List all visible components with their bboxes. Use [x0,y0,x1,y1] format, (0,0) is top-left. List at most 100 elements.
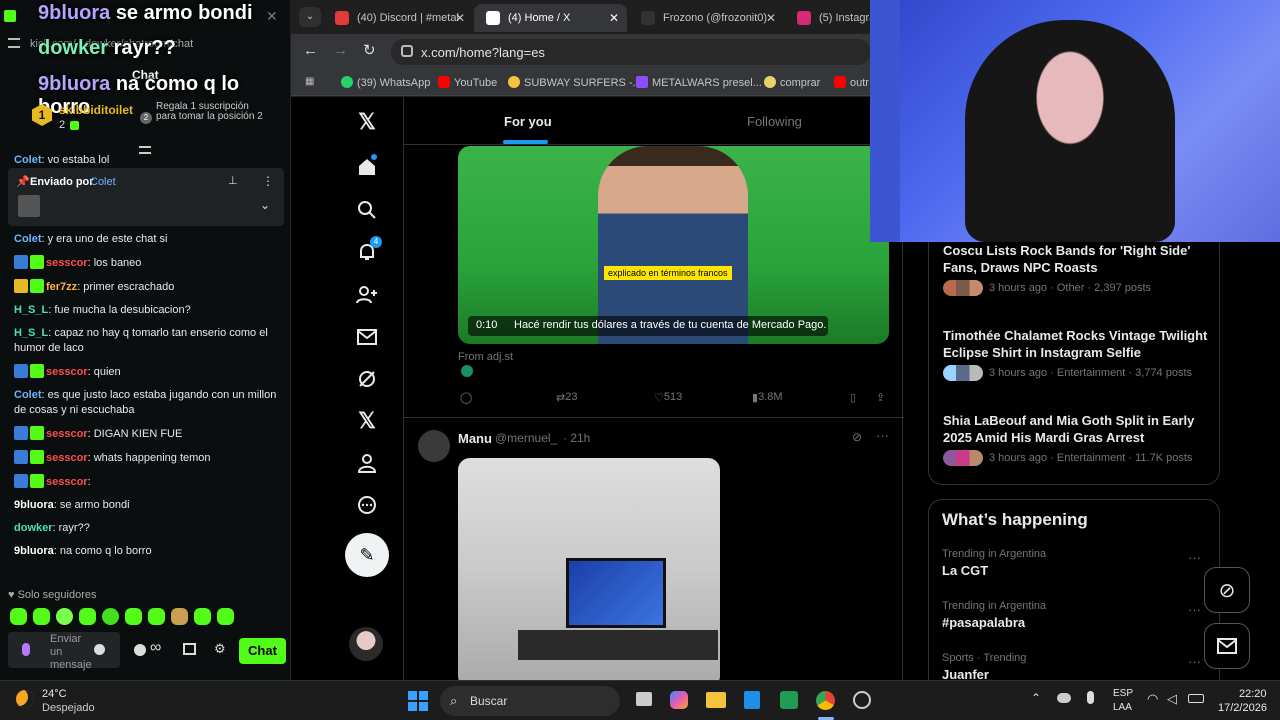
spreadsheet-icon[interactable] [780,691,798,709]
bookmark-icon[interactable]: ▯ [850,391,856,404]
retweet-button[interactable]: ⇄ 23 [556,391,577,404]
tweet-author-handle[interactable]: @mernuel_ [495,431,557,445]
pin-toggle-icon[interactable]: ⊥ [228,174,238,187]
more-icon[interactable]: ··· [1188,602,1201,617]
chevron-down-icon[interactable]: ⌄ [260,198,270,212]
tab-tiktok[interactable]: Frozono (@frozonit0) ✕ [629,4,784,32]
x-logo-icon[interactable]: 𝕏 [341,102,393,142]
tab-close-icon[interactable]: ✕ [766,11,776,25]
trend-item[interactable]: Trending in Argentina #pasapalabra [942,600,1046,630]
clock-date[interactable]: 17/2/2026 [1218,702,1267,714]
grok-float-button[interactable]: ⊘ [1204,567,1250,613]
share-icon[interactable]: ⇪ [876,391,885,404]
chrome-icon[interactable] [816,691,835,710]
back-icon[interactable]: ← [303,42,318,59]
site-info-icon[interactable] [401,45,413,57]
more-icon[interactable]: ··· [876,428,889,443]
wifi-icon[interactable]: ◠ [1147,691,1158,707]
emote-icon[interactable] [56,608,73,625]
follow-icon[interactable] [341,275,393,315]
weather-desc[interactable]: Despejado [42,702,95,714]
pinned-message[interactable]: 📌 Enviado por Colet ⊥ ⋮ ⌄ [8,168,284,226]
taskbar-search[interactable]: ⌕ Buscar [440,686,620,716]
tab-discord[interactable]: (40) Discord | #metal ✕ [323,4,473,32]
home-icon[interactable] [341,147,393,187]
forward-icon[interactable]: → [333,42,348,59]
reload-icon[interactable]: ↻ [363,41,376,59]
bookmark-subway-surfers[interactable]: SUBWAY SURFERS -... [508,76,642,89]
emote-icon[interactable] [102,608,119,625]
chat-username[interactable]: 9bluora [14,545,54,557]
leader-name[interactable]: skibbiditoilet [59,103,133,117]
weather-icon[interactable] [16,690,34,708]
messages-icon[interactable] [341,317,393,357]
battery-icon[interactable] [1188,694,1204,703]
trend-item[interactable]: Trending in Argentina La CGT [942,548,1046,578]
store-icon[interactable] [183,643,196,655]
views-button[interactable]: ▮ 3.8M [752,391,783,404]
bookmark-outr[interactable]: outr [834,76,869,89]
tab-x-home[interactable]: (4) Home / X ✕ [474,4,627,32]
news-item[interactable]: Coscu Lists Rock Bands for 'Right Side' … [943,242,1211,296]
tweet-author-name[interactable]: Manu [458,431,492,446]
news-item[interactable]: Timothée Chalamet Rocks Vintage Twilight… [943,327,1211,381]
pinned-user[interactable]: Colet [90,176,116,188]
copilot-icon[interactable] [670,691,688,709]
premium-x-icon[interactable]: 𝕏 [341,401,393,441]
chat-username[interactable]: Colet [14,233,42,245]
cloud-icon[interactable] [1057,693,1071,703]
steam-icon[interactable] [853,691,871,709]
grok-icon[interactable] [341,359,393,399]
chat-send-button[interactable]: Chat [239,638,286,664]
settings-icon[interactable] [8,38,20,48]
like-button[interactable]: ♡ 513 [654,391,682,404]
chevron-up-icon[interactable]: ⌃ [1031,691,1041,705]
close-icon[interactable]: ✕ [266,8,278,25]
start-button[interactable] [408,691,428,711]
avatar[interactable] [418,430,450,462]
compose-post-button[interactable]: ✎ [345,533,389,577]
emote-icon[interactable] [148,608,165,625]
tweet-manu[interactable]: Manu @mernuel_ · 21h ⊘ ··· [404,417,904,680]
bookmark-youtube[interactable]: YouTube [438,76,497,89]
reply-icon[interactable]: ◯ [460,391,472,404]
chat-username[interactable]: Colet [14,389,42,401]
account-avatar[interactable] [349,627,383,661]
chat-username[interactable]: H_S_L [14,327,48,339]
messages-float-button[interactable] [1204,623,1250,669]
infinity-icon[interactable]: ∞ [150,639,161,657]
more-icon[interactable]: ··· [1188,654,1201,669]
more-icon[interactable]: ⋮ [262,174,274,188]
emote-icon[interactable] [10,608,27,625]
tab-for-you[interactable]: For you [504,114,552,129]
search-icon[interactable] [341,190,393,230]
promo-video[interactable]: explicado en términos francos 0:10 Hacé … [458,146,889,344]
profile-icon[interactable] [341,443,393,483]
chat-username[interactable]: dowker [14,522,53,534]
chat-username[interactable]: sesscor [46,366,88,378]
task-view-icon[interactable] [636,692,652,706]
emote-icon[interactable] [125,608,142,625]
volume-icon[interactable]: ◁ [1167,691,1177,707]
url-input[interactable]: x.com/home?lang=es [391,39,871,65]
users-icon[interactable] [134,644,146,656]
clock-time[interactable]: 22:20 [1239,688,1267,700]
tab-close-icon[interactable]: ✕ [609,11,619,25]
file-explorer-icon[interactable] [706,692,726,708]
mic-icon[interactable] [1087,691,1094,704]
news-item[interactable]: Shia LaBeouf and Mia Goth Split in Early… [943,412,1211,466]
chat-input[interactable]: Enviar un mensaje [8,632,120,671]
more-options-icon[interactable] [341,485,393,525]
trend-item[interactable]: Sports · Trending Juanfer [942,652,1026,680]
emote-icon[interactable] [194,608,211,625]
mic-icon[interactable] [22,643,30,656]
grok-icon[interactable]: ⊘ [852,430,862,444]
emote-icon[interactable] [33,608,50,625]
notifications-icon[interactable]: 4 [341,232,393,272]
emote-icon[interactable] [79,608,96,625]
emote-icon[interactable] [171,608,188,625]
chat-username[interactable]: sesscor [46,257,88,269]
gear-icon[interactable]: ⚙ [214,641,226,657]
chat-username[interactable]: sesscor [46,428,88,440]
bookmark-comprar[interactable]: comprar [764,76,820,89]
